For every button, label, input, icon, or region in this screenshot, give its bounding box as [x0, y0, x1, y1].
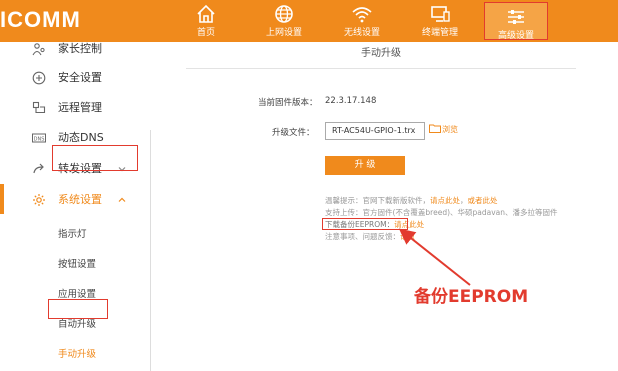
annotation-arrow — [398, 228, 471, 286]
router-admin-page: ICOMM 首页 上网设置 无线设置 终端管理 高级设置 家长控制 安全设置 远… — [0, 0, 618, 371]
annotation-label: 备份EEPROM — [414, 287, 529, 307]
